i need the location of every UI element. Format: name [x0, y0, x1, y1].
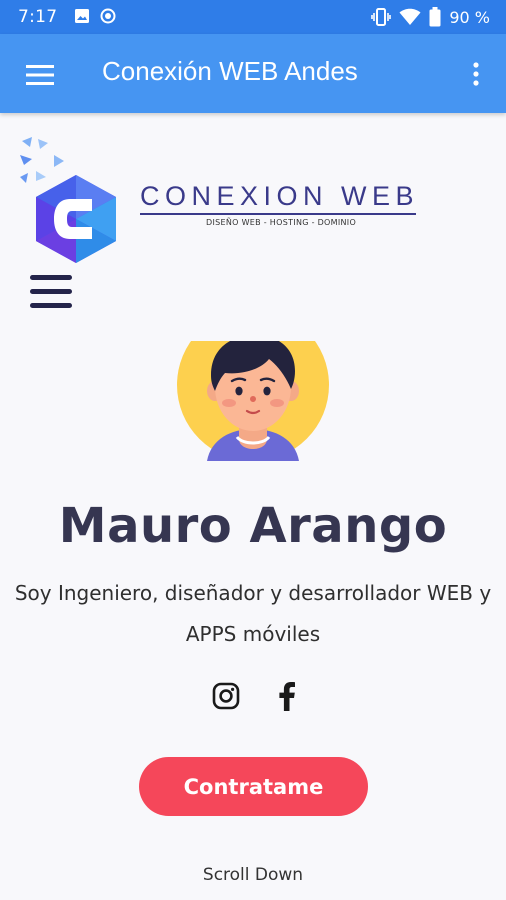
app-bar: Conexión WEB Andes — [0, 34, 506, 113]
webview-content[interactable]: CONEXION WEB DISEÑO WEB - HOSTING - DOMI… — [0, 113, 506, 900]
status-bar: 7:17 90 % — [0, 0, 506, 34]
hire-me-button[interactable]: Contratame — [139, 757, 368, 816]
status-notifications — [74, 8, 116, 24]
logo-divider — [140, 213, 416, 215]
more-vert-icon — [473, 62, 479, 86]
profile-bio: Soy Ingeniero, diseñador y desarrollador… — [14, 581, 492, 646]
profile-name: Mauro Arango — [58, 498, 448, 554]
app-menu-button[interactable] — [18, 58, 62, 92]
record-icon — [100, 8, 116, 24]
instagram-icon[interactable] — [212, 682, 240, 710]
site-menu-button[interactable] — [28, 273, 74, 311]
battery-percent: 90 % — [449, 7, 490, 27]
scroll-down-hint[interactable]: Scroll Down — [0, 865, 506, 885]
more-options-button[interactable] — [462, 56, 490, 92]
hamburger-menu-icon — [26, 65, 54, 85]
vibrate-icon — [371, 8, 392, 26]
status-system: 90 % — [371, 7, 490, 27]
hamburger-menu-icon — [30, 275, 72, 280]
logo-wordmark: CONEXION WEB DISEÑO WEB - HOSTING - DOMI… — [140, 181, 420, 227]
logo-name: CONEXION WEB — [140, 181, 420, 211]
avatar — [177, 341, 329, 461]
app-title: Conexión WEB Andes — [102, 56, 358, 86]
wifi-icon — [399, 8, 421, 25]
status-time: 7:17 — [18, 7, 58, 27]
facebook-icon[interactable] — [274, 680, 298, 712]
social-links — [208, 678, 308, 714]
battery-icon — [429, 7, 441, 27]
logo-mark — [20, 137, 116, 263]
logo-tagline: DISEÑO WEB - HOSTING - DOMINIO — [206, 218, 357, 227]
image-icon — [75, 9, 89, 23]
